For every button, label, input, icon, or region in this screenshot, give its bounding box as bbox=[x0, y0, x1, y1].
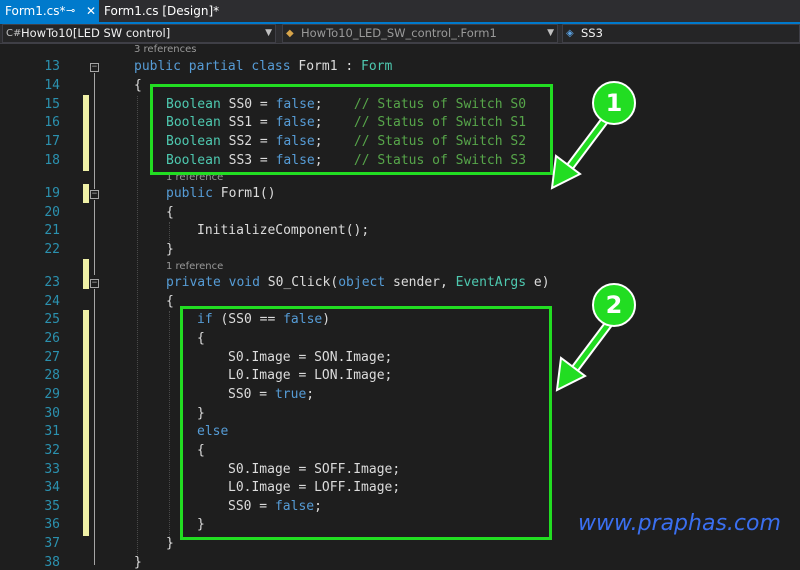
line-number: 35 bbox=[44, 499, 60, 514]
csharp-project-icon: C# bbox=[6, 28, 22, 39]
line-number: 26 bbox=[44, 331, 60, 346]
code-line-37: } bbox=[166, 536, 174, 551]
line-number: 16 bbox=[44, 115, 60, 130]
line-number: 22 bbox=[44, 242, 60, 257]
collapse-toggle-icon[interactable]: − bbox=[90, 190, 99, 199]
callout-badge-2: 2 bbox=[592, 283, 636, 327]
class-dropdown-value: HowTo10_LED_SW_control_.Form1 bbox=[301, 26, 497, 40]
collapse-toggle-icon[interactable]: − bbox=[90, 279, 99, 288]
change-marker bbox=[83, 259, 89, 289]
line-number: 32 bbox=[44, 443, 60, 458]
class-icon: ◆ bbox=[286, 28, 294, 39]
class-dropdown[interactable]: ◆ HowTo10_LED_SW_control_.Form1 ▼ bbox=[282, 24, 558, 43]
watermark: www.praphas.com bbox=[578, 511, 781, 536]
line-number: 33 bbox=[44, 462, 60, 477]
tab-form1-cs[interactable]: Form1.cs* ⊸ ✕ bbox=[0, 0, 99, 22]
project-dropdown[interactable]: C# HowTo10[LED SW control] ▼ bbox=[2, 24, 276, 43]
line-number: 13 bbox=[44, 59, 60, 74]
line-number: 29 bbox=[44, 387, 60, 402]
close-icon[interactable]: ✕ bbox=[86, 0, 96, 22]
code-line-20: { bbox=[166, 205, 174, 220]
code-line-24: { bbox=[166, 294, 174, 309]
fold-line bbox=[94, 73, 95, 189]
change-marker bbox=[83, 184, 89, 203]
highlight-box-fields bbox=[150, 84, 553, 175]
line-number: 15 bbox=[44, 97, 60, 112]
indent-guide bbox=[137, 96, 139, 565]
fold-line bbox=[94, 200, 95, 275]
line-number: 17 bbox=[44, 134, 60, 149]
member-dropdown[interactable]: ◈ SS3 bbox=[562, 24, 800, 43]
callout-badge-1: 1 bbox=[592, 81, 636, 125]
code-line-19: public Form1() bbox=[166, 186, 276, 201]
code-line-13: public partial class Form1 : Form bbox=[134, 59, 393, 74]
member-dropdown-value: SS3 bbox=[581, 26, 603, 40]
line-number: 25 bbox=[44, 312, 60, 327]
line-number: 20 bbox=[44, 205, 60, 220]
tab-form1-design[interactable]: Form1.cs [Design]* bbox=[99, 0, 219, 22]
line-number: 37 bbox=[44, 536, 60, 551]
indent-guide bbox=[169, 311, 171, 549]
code-line-22: } bbox=[166, 242, 174, 257]
code-line-21: InitializeComponent(); bbox=[197, 223, 370, 238]
navigation-bar: C# HowTo10[LED SW control] ▼ ◆ HowTo10_L… bbox=[0, 24, 800, 44]
tab-form1-cs-label: Form1.cs* bbox=[5, 4, 66, 18]
line-number: 28 bbox=[44, 368, 60, 383]
line-number: 36 bbox=[44, 517, 60, 532]
line-number: 21 bbox=[44, 223, 60, 238]
code-lens-references[interactable]: 3 references bbox=[134, 44, 197, 55]
indent-guide bbox=[169, 222, 171, 242]
document-tab-bar: Form1.cs* ⊸ ✕ Form1.cs [Design]* bbox=[0, 0, 800, 22]
collapse-toggle-icon[interactable]: − bbox=[90, 63, 99, 72]
fold-line bbox=[94, 289, 95, 565]
tab-form1-design-label: Form1.cs [Design]* bbox=[104, 4, 220, 18]
line-number: 34 bbox=[44, 480, 60, 495]
code-editor[interactable]: 13 14 15 16 17 18 19 20 21 22 23 24 25 2… bbox=[0, 44, 800, 570]
code-line-38: } bbox=[134, 555, 142, 570]
line-number: 38 bbox=[44, 555, 60, 570]
pin-icon[interactable]: ⊸ bbox=[66, 0, 75, 22]
code-line-23: private void S0_Click(object sender, Eve… bbox=[166, 275, 550, 290]
project-dropdown-value: HowTo10[LED SW control] bbox=[21, 26, 171, 40]
line-number: 19 bbox=[44, 186, 60, 201]
change-marker bbox=[83, 95, 89, 171]
line-number: 30 bbox=[44, 406, 60, 421]
line-number: 24 bbox=[44, 294, 60, 309]
field-icon: ◈ bbox=[566, 28, 574, 39]
chevron-down-icon: ▼ bbox=[265, 28, 272, 38]
line-number: 14 bbox=[44, 78, 60, 93]
line-number: 18 bbox=[44, 153, 60, 168]
change-marker bbox=[83, 310, 89, 536]
highlight-box-if-else bbox=[180, 306, 552, 540]
line-number: 23 bbox=[44, 275, 60, 290]
line-number: 27 bbox=[44, 350, 60, 365]
line-number: 31 bbox=[44, 424, 60, 439]
chevron-down-icon: ▼ bbox=[547, 28, 554, 38]
code-lens-references[interactable]: 1 reference bbox=[166, 261, 223, 272]
code-line-14: { bbox=[134, 78, 142, 93]
